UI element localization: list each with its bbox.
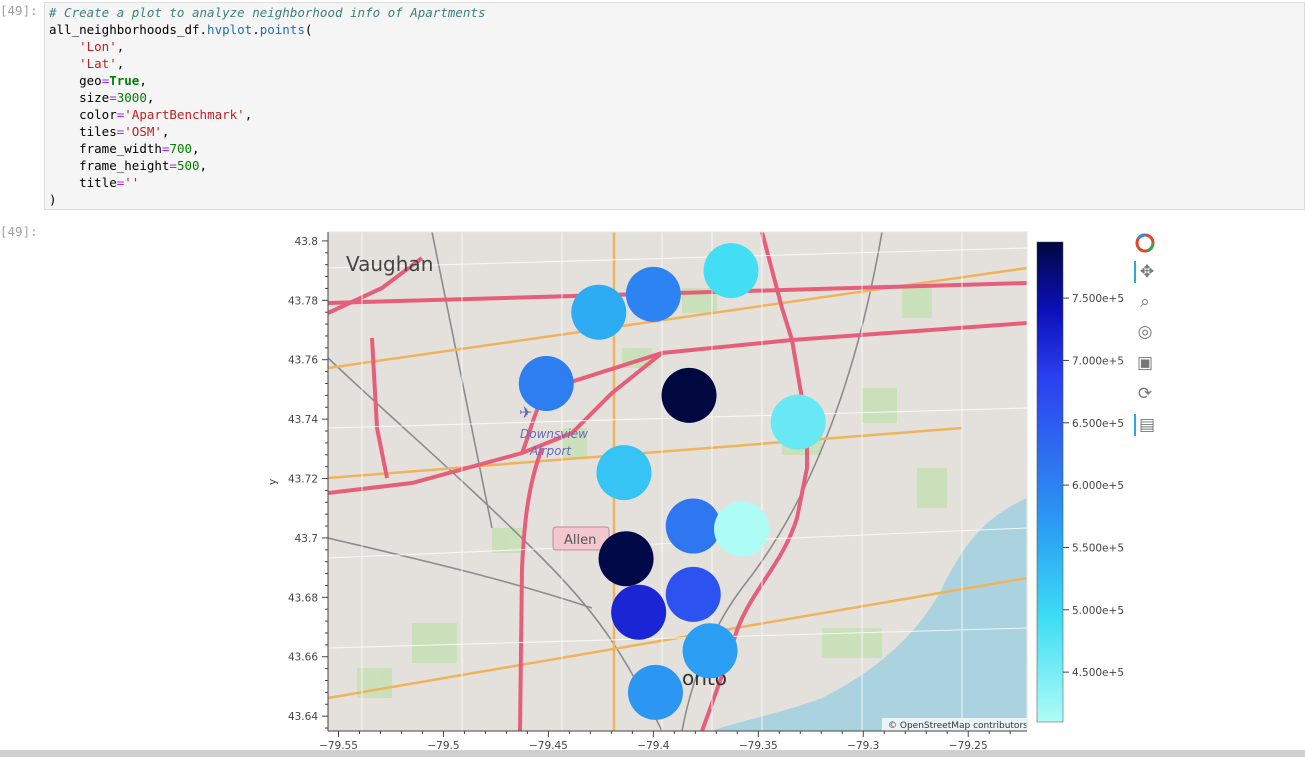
pan-icon[interactable]: ✥: [1134, 261, 1158, 283]
data-point[interactable]: [627, 664, 683, 720]
output-prompt: [49]:: [0, 224, 38, 239]
code-val-fw: 700: [169, 141, 193, 156]
colorbar-tick-label: 5.000e+5: [1072, 605, 1124, 617]
map-label-allen: Allen: [564, 533, 596, 548]
y-axis-label: y: [267, 479, 279, 485]
code-val-fh: 500: [176, 158, 200, 173]
code-accessor: hvplot: [207, 22, 253, 37]
data-point[interactable]: [625, 266, 681, 322]
map-label-vaughan: Vaughan: [346, 252, 433, 276]
colorbar-tick-label: 4.500e+5: [1072, 667, 1124, 679]
map-label-airport: Airport: [529, 444, 572, 458]
hover-icon[interactable]: ▤: [1134, 414, 1158, 436]
code-kw-title: title: [79, 175, 117, 190]
code-val-color: 'ApartBenchmark': [124, 107, 245, 122]
code-kw-fh: frame_height: [79, 158, 170, 173]
y-axis: 43.8 43.78 43.76 43.74 43.72 43.7 43.68 43.66 43…: [288, 232, 329, 731]
code-kw-fw: frame_width: [79, 141, 162, 156]
code-comment: # Create a plot to analyze neighborhood …: [49, 5, 486, 20]
data-point[interactable]: [770, 394, 826, 450]
code-method: points: [259, 22, 305, 37]
horizontal-scrollbar[interactable]: [0, 750, 1305, 757]
code-text: # Create a plot to analyze neighborhood …: [49, 5, 486, 207]
x-axis: −79.55 −79.5 −79.45 −79.4 −79.35 −79.3 −79.25: [319, 730, 1027, 752]
data-point[interactable]: [682, 623, 738, 679]
input-prompt: [49]:: [0, 3, 38, 18]
data-point[interactable]: [665, 498, 721, 554]
code-kw-size: size: [79, 90, 110, 105]
data-point[interactable]: [661, 367, 717, 423]
data-point[interactable]: [596, 445, 652, 501]
code-arg-lat: 'Lat': [79, 56, 117, 71]
map-attribution[interactable]: © OpenStreetMap contributors: [888, 721, 1028, 731]
data-point[interactable]: [714, 501, 770, 557]
map-label-downsview: Downsview: [520, 427, 588, 441]
colorbar-tick-label: 7.000e+5: [1072, 355, 1124, 367]
data-point[interactable]: [518, 355, 574, 411]
data-point[interactable]: [611, 584, 667, 640]
code-kw-tiles: tiles: [79, 124, 117, 139]
bokeh-logo-icon[interactable]: [1134, 232, 1156, 254]
y-tick-label: 43.64: [288, 711, 318, 723]
reset-icon[interactable]: ⟳: [1134, 383, 1156, 405]
osm-tile-layer: Vaughan Downsview Airport ✈ Allen onto ©…: [328, 232, 1028, 731]
data-point[interactable]: [571, 284, 627, 340]
code-val-size: 3000: [116, 90, 147, 105]
map-plot[interactable]: Vaughan Downsview Airport ✈ Allen onto ©…: [262, 228, 1162, 755]
code-arg-lon: 'Lon': [79, 39, 117, 54]
y-tick-label: 43.74: [288, 414, 318, 426]
code-obj: all_neighborhoods_df: [49, 22, 200, 37]
box-zoom-icon[interactable]: ⌕: [1134, 291, 1156, 313]
data-point[interactable]: [665, 566, 721, 622]
colorbar-tick-label: 7.500e+5: [1072, 293, 1124, 305]
colorbar: [1036, 241, 1064, 723]
y-tick-label: 43.76: [288, 355, 318, 367]
colorbar-tick-label: 6.500e+5: [1072, 418, 1124, 430]
colorbar-tick-label: 5.500e+5: [1072, 542, 1124, 554]
y-tick-label: 43.72: [288, 474, 318, 486]
code-val-tiles: 'OSM': [124, 124, 162, 139]
colorbar-axis: 7.500e+5 7.000e+5 6.500e+5 6.000e+5 5.500e+5…: [1063, 293, 1124, 679]
wheel-zoom-icon[interactable]: ◎: [1134, 321, 1156, 343]
colorbar-tick-label: 6.000e+5: [1072, 480, 1124, 492]
code-val-geo: True: [109, 73, 140, 88]
save-icon[interactable]: ▣: [1134, 352, 1156, 374]
code-val-title: '': [124, 175, 140, 190]
y-tick-label: 43.78: [288, 295, 318, 307]
y-tick-label: 43.7: [295, 533, 318, 545]
code-kw-color: color: [79, 107, 117, 122]
code-kw-geo: geo: [79, 73, 102, 88]
code-cell[interactable]: # Create a plot to analyze neighborhood …: [44, 2, 1305, 210]
y-tick-label: 43.66: [288, 652, 318, 664]
data-point[interactable]: [703, 243, 759, 299]
y-tick-label: 43.68: [288, 592, 318, 604]
data-point[interactable]: [598, 531, 654, 587]
plot-toolbar: ✥ ⌕ ◎ ▣ ⟳ ▤: [1128, 230, 1160, 450]
y-tick-label: 43.8: [295, 236, 318, 248]
